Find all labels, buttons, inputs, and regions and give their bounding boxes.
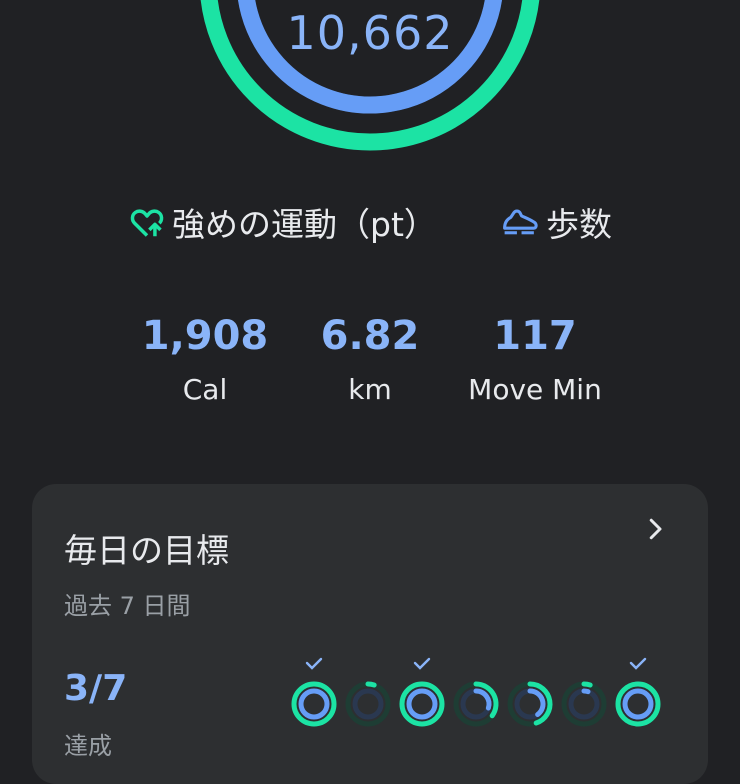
stat-calories-label: Cal (182, 373, 228, 406)
stat-distance: 6.82 km (300, 310, 440, 418)
stat-move-minutes-label: Move Min (468, 373, 602, 406)
stat-distance-label: km (348, 373, 392, 406)
daily-goal-day (614, 654, 661, 734)
stat-calories-value: 1,908 (141, 313, 269, 359)
stat-distance-value: 6.82 (320, 313, 420, 359)
check-icon (305, 657, 323, 670)
stat-calories: 1,908 Cal (125, 310, 285, 418)
daily-goals-subtitle: 過去 7 日間 (64, 592, 191, 620)
legend-heart-points: 強めの運動（pt） (128, 198, 437, 246)
heart-points-icon (130, 209, 164, 237)
steps-mini-ring (581, 688, 591, 695)
ring-legend: 強めの運動（pt） 歩数 (0, 198, 740, 244)
daily-goal-ring (453, 681, 499, 727)
daily-goal-day (560, 654, 607, 734)
steps-mini-ring (622, 688, 654, 720)
chevron-right-icon[interactable] (640, 514, 670, 544)
goals-achieved-label: 達成 (64, 732, 112, 760)
goals-achieved-ratio: 3/7 (64, 668, 128, 709)
steps-mini-ring (298, 688, 330, 720)
stat-move-minutes-value: 117 (493, 313, 577, 359)
steps-mini-ring (527, 688, 546, 718)
steps-mini-ring (473, 688, 492, 711)
daily-goals-title: 毎日の目標 (64, 531, 229, 570)
daily-goal-ring (507, 681, 553, 727)
heart-points-mini-ring (365, 681, 377, 688)
daily-goal-ring (399, 657, 445, 727)
daily-goal-day (506, 654, 553, 734)
check-icon (413, 657, 431, 670)
daily-goal-ring (291, 657, 337, 727)
heart-points-mini-ring (581, 681, 593, 688)
daily-goal-day (452, 654, 499, 734)
daily-goal-day (290, 654, 337, 734)
daily-goals-card[interactable]: 毎日の目標 過去 7 日間 3/7 達成 (32, 484, 708, 784)
daily-goal-ring (345, 681, 391, 727)
legend-steps-label: 歩数 (546, 205, 612, 244)
stat-move-minutes: 117 Move Min (445, 310, 625, 418)
steps-mini-ring (406, 688, 438, 720)
daily-goal-day (398, 654, 445, 734)
legend-steps: 歩数 (500, 198, 612, 246)
daily-goal-day (344, 654, 391, 734)
daily-goal-ring (561, 681, 607, 727)
check-icon (629, 657, 647, 670)
legend-heart-points-label: 強めの運動（pt） (172, 205, 437, 244)
steps-shoe-icon (503, 209, 538, 235)
activity-rings: 10,662 (0, 0, 740, 160)
daily-goal-ring (615, 657, 661, 727)
steps-count: 10,662 (286, 6, 454, 60)
